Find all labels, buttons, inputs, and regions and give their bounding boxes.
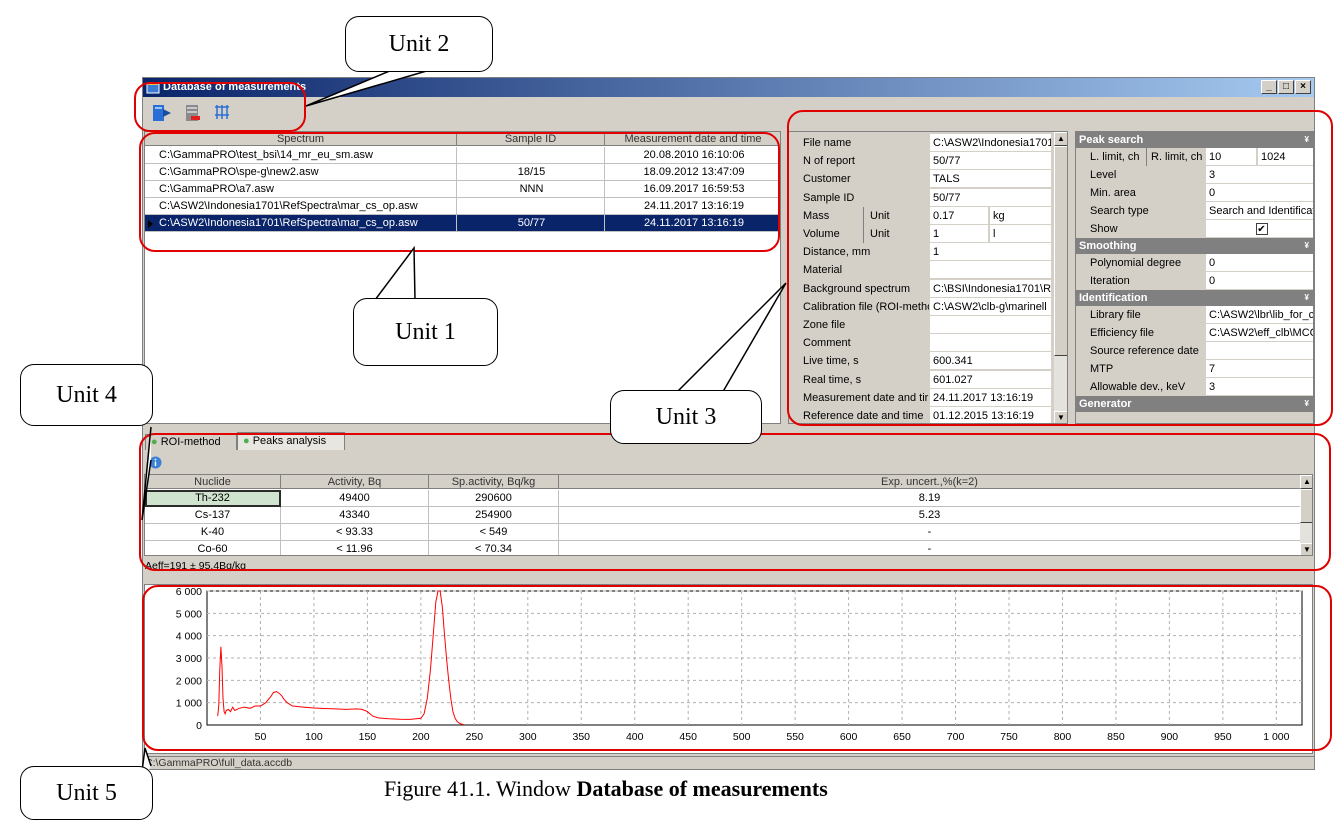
status-bar: C:\GammaPRO\full_data.accdb — [143, 756, 1314, 769]
unit2-highlight — [134, 82, 306, 132]
database-path: C:\GammaPRO\full_data.accdb — [145, 757, 293, 769]
unit5-highlight — [142, 585, 1332, 751]
title-bar: Database of measurements _ □ × — [143, 78, 1314, 97]
maximize-button[interactable]: □ — [1278, 80, 1294, 94]
minimize-button[interactable]: _ — [1261, 80, 1277, 94]
callout-unit-4: Unit 4 — [20, 364, 153, 426]
callout-unit-3: Unit 3 — [610, 390, 762, 444]
figure-root: Database of measurements _ □ × Spectrum … — [0, 0, 1335, 826]
caption-bold: Database of measurements — [576, 776, 828, 801]
close-button[interactable]: × — [1295, 80, 1311, 94]
figure-caption: Figure 41.1. Window Database of measurem… — [384, 776, 828, 802]
caption-prefix: Figure 41.1. Window — [384, 776, 577, 801]
callout-unit-5: Unit 5 — [20, 766, 153, 820]
callout-unit-2: Unit 2 — [345, 16, 493, 72]
unit4-highlight — [139, 433, 1331, 571]
unit3-highlight — [787, 110, 1333, 426]
unit1-highlight — [139, 132, 780, 252]
callout-unit-1: Unit 1 — [353, 298, 498, 366]
